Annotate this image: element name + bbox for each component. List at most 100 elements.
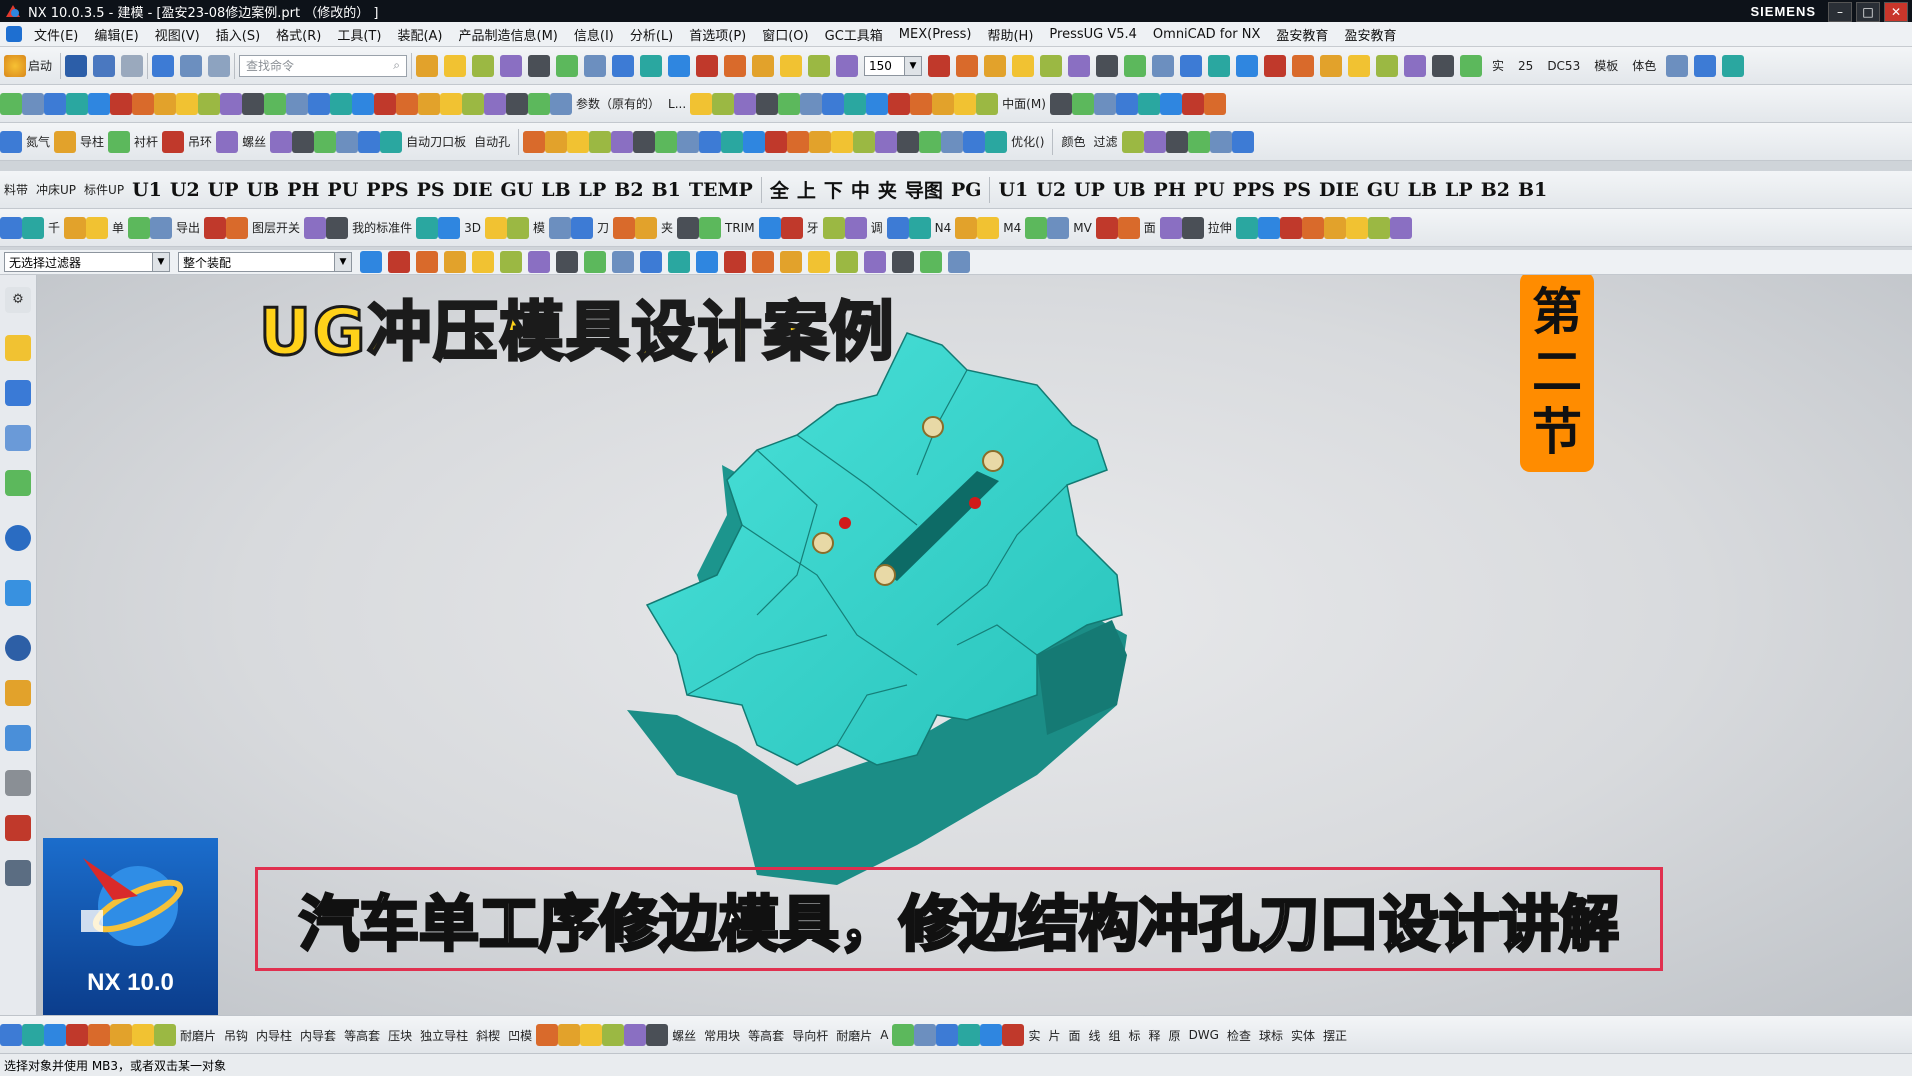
bottom-tool-label-20[interactable]: 标 bbox=[1125, 1020, 1145, 1050]
extra-tool-icon[interactable] bbox=[1301, 216, 1324, 239]
plate-tag-34[interactable]: GU bbox=[1363, 179, 1404, 201]
bottom-mid-tool-icon[interactable] bbox=[892, 1024, 915, 1046]
mold-tool-icon[interactable] bbox=[128, 216, 151, 239]
view-tool-icon[interactable] bbox=[724, 54, 747, 77]
mold-tool-label-3[interactable]: 图层开关 bbox=[248, 213, 304, 243]
sync-tool-icon[interactable] bbox=[1203, 92, 1226, 115]
bottom-tool-label-8[interactable]: 凹模 bbox=[504, 1020, 536, 1050]
std-part-label-2[interactable]: 衬杆 bbox=[130, 127, 162, 157]
analysis-tool-icon[interactable] bbox=[1236, 54, 1259, 77]
bottom-tool-label-1[interactable]: 吊钩 bbox=[220, 1020, 252, 1050]
extra-tool-icon[interactable] bbox=[1235, 216, 1258, 239]
display-tool-icon[interactable] bbox=[1209, 130, 1232, 153]
bottom-tool-label-0[interactable]: 耐磨片 bbox=[176, 1020, 220, 1050]
bottom-mid-tool-icon[interactable] bbox=[580, 1024, 603, 1046]
mold-tool-label-6[interactable]: 模 bbox=[529, 213, 549, 243]
selection-tool-icon[interactable] bbox=[780, 251, 802, 273]
hd3d-icon[interactable] bbox=[5, 525, 31, 551]
mold-tool-icon[interactable] bbox=[150, 216, 173, 239]
plate-tag-10[interactable]: PS bbox=[413, 179, 449, 201]
plate-tag-31[interactable]: PPS bbox=[1229, 179, 1279, 201]
bottom-mid-tool-icon[interactable] bbox=[646, 1024, 669, 1046]
bottom-tool-label-2[interactable]: 内导柱 bbox=[252, 1020, 296, 1050]
curve-tool-icon[interactable] bbox=[286, 92, 308, 115]
plate-tag-7[interactable]: PH bbox=[283, 179, 323, 201]
bottom-tool-label-13[interactable]: 耐磨片 bbox=[832, 1020, 876, 1050]
curve-tool-icon[interactable] bbox=[154, 92, 176, 115]
assembly-navigator-icon[interactable] bbox=[5, 335, 31, 361]
misc-tool-icon[interactable] bbox=[1694, 54, 1717, 77]
sync-tool-icon[interactable] bbox=[1137, 92, 1160, 115]
plate-tag-24[interactable]: PG bbox=[947, 179, 986, 201]
display-tool-icon[interactable] bbox=[1143, 130, 1166, 153]
analysis-tool-icon[interactable] bbox=[928, 54, 951, 77]
bottom-tool-icon[interactable] bbox=[110, 1024, 132, 1046]
analysis-tool-icon[interactable] bbox=[1096, 54, 1119, 77]
start-button[interactable]: 启动 bbox=[0, 51, 56, 81]
analysis-tool-icon[interactable] bbox=[984, 54, 1007, 77]
feature-tool-icon[interactable] bbox=[611, 130, 634, 153]
die-std-tool-icon[interactable] bbox=[380, 130, 403, 153]
curve-tool-icon[interactable] bbox=[132, 92, 154, 115]
feature-tool-icon[interactable] bbox=[523, 130, 546, 153]
analysis-tool-icon[interactable] bbox=[1320, 54, 1343, 77]
feature-tool-icon[interactable] bbox=[655, 130, 678, 153]
bottom-tool-label-26[interactable]: 实体 bbox=[1287, 1020, 1319, 1050]
sync-tool-icon[interactable] bbox=[1181, 92, 1204, 115]
display-tool-icon[interactable] bbox=[1231, 130, 1254, 153]
menu-item-13[interactable]: MEX(Press) bbox=[891, 27, 980, 42]
mold-tool-label-1[interactable]: 单 bbox=[108, 213, 128, 243]
feature-tool-icon[interactable] bbox=[963, 130, 986, 153]
mold-tool-icon[interactable] bbox=[612, 216, 635, 239]
menu-item-10[interactable]: 首选项(P) bbox=[681, 25, 754, 44]
mold-tool-icon[interactable] bbox=[0, 216, 22, 239]
selection-tool-icon[interactable] bbox=[612, 251, 634, 273]
feature-tool-icon[interactable] bbox=[633, 130, 656, 153]
plate-tag-18[interactable]: 全 bbox=[766, 176, 793, 203]
surface-tool-icon[interactable] bbox=[866, 92, 889, 115]
curve-tool-icon[interactable] bbox=[550, 92, 572, 115]
curve-tool-icon[interactable] bbox=[418, 92, 440, 115]
menu-item-9[interactable]: 分析(L) bbox=[622, 25, 681, 44]
misc-tool-icon[interactable] bbox=[1666, 54, 1689, 77]
sync-tool-icon[interactable] bbox=[1093, 92, 1116, 115]
mold-tool-icon[interactable] bbox=[506, 216, 529, 239]
analysis-tool-icon[interactable] bbox=[1040, 54, 1063, 77]
view-tool-icon[interactable] bbox=[752, 54, 775, 77]
roles-icon[interactable] bbox=[5, 770, 31, 796]
mold-tool-label-13[interactable]: M4 bbox=[999, 213, 1025, 243]
bottom-tool-label-11[interactable]: 等高套 bbox=[744, 1020, 788, 1050]
mold-tool-icon[interactable] bbox=[634, 216, 657, 239]
mold-tool-icon[interactable] bbox=[758, 216, 781, 239]
plate-tag-12[interactable]: GU bbox=[496, 179, 537, 201]
graphics-window[interactable]: UG冲压模具设计案例 第 二 节 汽车单工序修边模具，修边结构冲孔刀口设计讲解 … bbox=[37, 275, 1912, 1015]
curve-tool-icon[interactable] bbox=[198, 92, 220, 115]
close-button[interactable]: ✕ bbox=[1884, 2, 1908, 22]
extra-tool-icon[interactable] bbox=[1323, 216, 1346, 239]
bottom-tool-label-27[interactable]: 摆正 bbox=[1319, 1020, 1351, 1050]
menu-item-2[interactable]: 视图(V) bbox=[147, 25, 208, 44]
curve-tool-icon[interactable] bbox=[22, 92, 44, 115]
curve-tool-icon[interactable] bbox=[374, 92, 396, 115]
curve-tool-icon[interactable] bbox=[44, 92, 66, 115]
bottom-mid-tool-icon[interactable] bbox=[980, 1024, 1003, 1046]
menu-item-16[interactable]: OmniCAD for NX bbox=[1145, 27, 1269, 42]
view-tool-icon[interactable] bbox=[668, 54, 691, 77]
mold-tool-label-4[interactable]: 我的标准件 bbox=[348, 213, 416, 243]
surface-tool-icon[interactable] bbox=[756, 92, 779, 115]
part-navigator-icon[interactable] bbox=[5, 425, 31, 451]
die-std-tool-icon[interactable] bbox=[270, 130, 293, 153]
snap-icon[interactable] bbox=[180, 54, 203, 77]
plate-tag-13[interactable]: LB bbox=[537, 179, 574, 201]
mold-tool-icon[interactable] bbox=[548, 216, 571, 239]
menu-item-15[interactable]: PressUG V5.4 bbox=[1041, 27, 1145, 42]
plate-tag-1[interactable]: 冲床UP bbox=[32, 175, 80, 205]
selection-tool-icon[interactable] bbox=[668, 251, 690, 273]
system-scene-icon[interactable] bbox=[5, 815, 31, 841]
selection-tool-icon[interactable] bbox=[696, 251, 718, 273]
extra-tool-icon[interactable] bbox=[1389, 216, 1412, 239]
plate-tag-30[interactable]: PU bbox=[1190, 179, 1229, 201]
plate-tag-36[interactable]: LP bbox=[1441, 179, 1477, 201]
surface-tool-icon[interactable] bbox=[954, 92, 977, 115]
redo-icon[interactable] bbox=[121, 54, 144, 77]
